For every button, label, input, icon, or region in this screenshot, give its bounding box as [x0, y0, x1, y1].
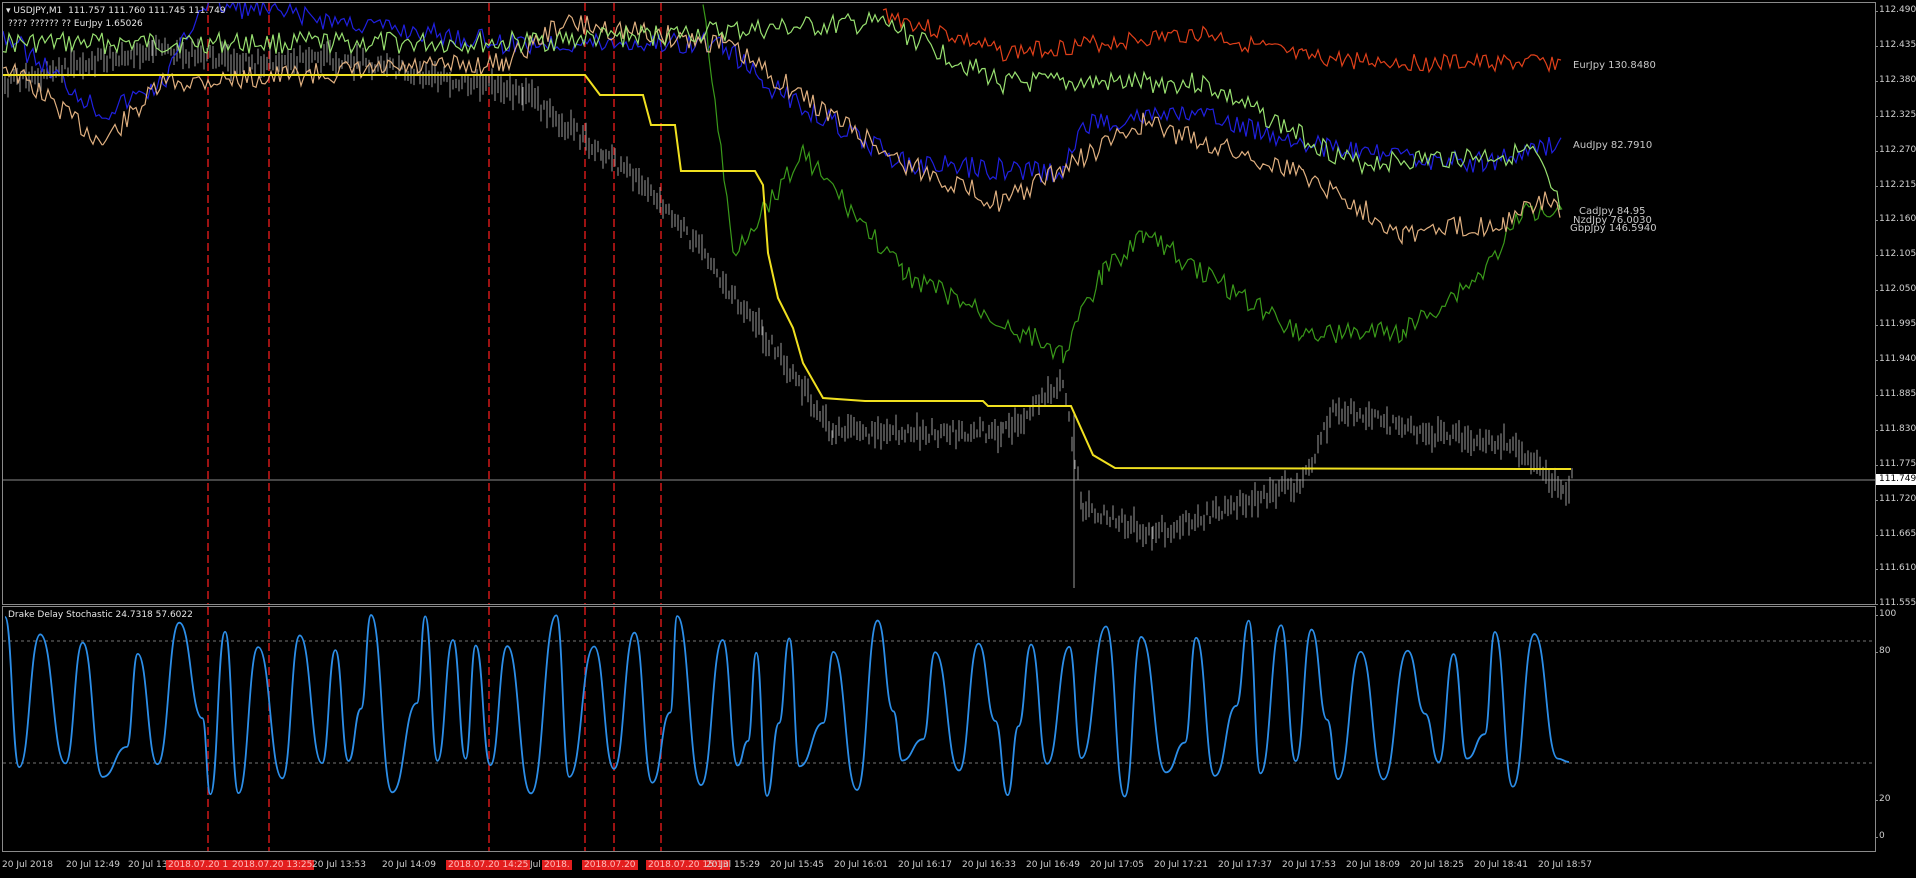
time-tick: 20 Jul 18:25 [1410, 860, 1464, 870]
stochastic-axis: 100 80 20 0 [1874, 606, 1916, 850]
price-tick: 111.830 [1874, 423, 1916, 434]
time-tick: 20 Jul 16:49 [1026, 860, 1080, 870]
price-tick: 112.215 [1874, 179, 1916, 190]
current-price-tag: 111.749 [1876, 474, 1916, 485]
legend-eurjpy: EurJpy 130.8480 [1573, 60, 1656, 71]
indicator-header: ???? ?????? ?? EurJpy 1.65026 [8, 19, 143, 29]
price-tick: 112.490 [1874, 5, 1916, 15]
price-tick: 111.885 [1874, 388, 1916, 399]
cadjpy-line [702, 4, 1563, 364]
price-tick: 112.325 [1874, 109, 1916, 120]
price-tick: 112.380 [1874, 74, 1916, 85]
time-tick: 20 Jul 12:49 [66, 860, 120, 870]
level-tick: 80 [1874, 646, 1891, 656]
time-tick: 20 Jul 13 [128, 860, 168, 870]
time-tick: Jul [530, 860, 541, 870]
time-marker-label: 2018.07.20 14:25 [446, 860, 531, 870]
time-tick: 20 Jul 18:57 [1538, 860, 1592, 870]
price-tick: 111.720 [1874, 493, 1916, 504]
symbol-label: USDJPY,M1 [13, 6, 63, 16]
level-tick: 100 [1874, 609, 1897, 619]
legend-audjpy-label: AudJpy 82.7910 [1573, 140, 1653, 151]
time-marker-label: 2018. [542, 860, 572, 870]
price-tick: 111.775 [1874, 458, 1916, 469]
ohlc-readout: 111.757 111.760 111.745 111.749 [68, 6, 226, 16]
time-tick: 20 Jul 14:09 [382, 860, 436, 870]
nzdjpy-line [3, 14, 1561, 246]
eurjpy-line [882, 8, 1562, 74]
legend-gbpjpy: GbpJpy 146.5940 [1570, 223, 1657, 234]
time-tick: 20 Jul 2018 [2, 860, 53, 870]
price-tick: 112.160 [1874, 214, 1916, 225]
time-tick: 20 Jul 17:37 [1218, 860, 1272, 870]
time-marker-label: 2018.07.20 [582, 860, 638, 870]
time-axis[interactable]: 20 Jul 2018 20 Jul 12:49 20 Jul 13 2018.07.… [0, 855, 1916, 878]
price-bars [4, 34, 1573, 588]
time-tick: 20 Jul 16:01 [834, 860, 888, 870]
stochastic-canvas [3, 607, 1875, 851]
stochastic-pane[interactable]: Drake Delay Stochastic 24.7318 57.6022 [2, 606, 1876, 852]
time-tick: 20 Jul 17:21 [1154, 860, 1208, 870]
price-tick: 112.270 [1874, 144, 1916, 155]
price-tick: 112.050 [1874, 284, 1916, 295]
price-tick: 111.940 [1874, 354, 1916, 364]
time-marker-label: 2018.07.20 13:25 [230, 860, 315, 870]
price-axis[interactable]: 112.490 112.435 112.380 112.325 112.270 112.2… [1874, 2, 1916, 608]
time-tick: 20 Jul 18:09 [1346, 860, 1400, 870]
time-tick: 20 Jul 18:41 [1474, 860, 1528, 870]
time-tick: 20 Jul 15:45 [770, 860, 824, 870]
chart-header: ▾ USDJPY,M1 111.757 111.760 111.745 111.… [6, 6, 226, 16]
collapse-triangle-icon[interactable]: ▾ [6, 6, 11, 16]
price-tick: 112.435 [1874, 39, 1916, 50]
time-tick: 20 Jul 17:05 [1090, 860, 1144, 870]
time-tick: 20 Jul 16:33 [962, 860, 1016, 870]
price-tick: 112.105 [1874, 249, 1916, 260]
audjpy-line [3, 3, 1562, 183]
stochastic-line [4, 614, 1570, 798]
level-tick: 20 [1874, 794, 1891, 804]
price-tick: 111.995 [1874, 319, 1916, 330]
price-chart-pane[interactable]: ▾ USDJPY,M1 111.757 111.760 111.745 111.… [2, 2, 1876, 605]
legend-eurjpy-label: EurJpy 130.8480 [1573, 60, 1656, 71]
level-tick: 0 [1875, 831, 1885, 841]
time-tick: 20 Jul 15:29 [706, 860, 760, 870]
trading-chart-window: ▾ USDJPY,M1 111.757 111.760 111.745 111.… [0, 0, 1916, 878]
time-tick: 20 Jul 16:17 [898, 860, 952, 870]
price-tick: 111.610 [1874, 563, 1916, 574]
legend-audjpy: AudJpy 82.7910 [1573, 140, 1652, 151]
time-tick: 20 Jul 13:53 [312, 860, 366, 870]
time-marker-label: 2018.07.20 1 [166, 860, 231, 870]
legend-gbpjpy-label: GbpJpy 146.5940 [1570, 223, 1657, 234]
stochastic-title: Drake Delay Stochastic 24.7318 57.6022 [8, 610, 193, 620]
price-chart-canvas [3, 3, 1875, 604]
gbpjpy-line [3, 10, 1561, 211]
time-tick: 20 Jul 17:53 [1282, 860, 1336, 870]
price-tick: 111.665 [1874, 528, 1916, 539]
